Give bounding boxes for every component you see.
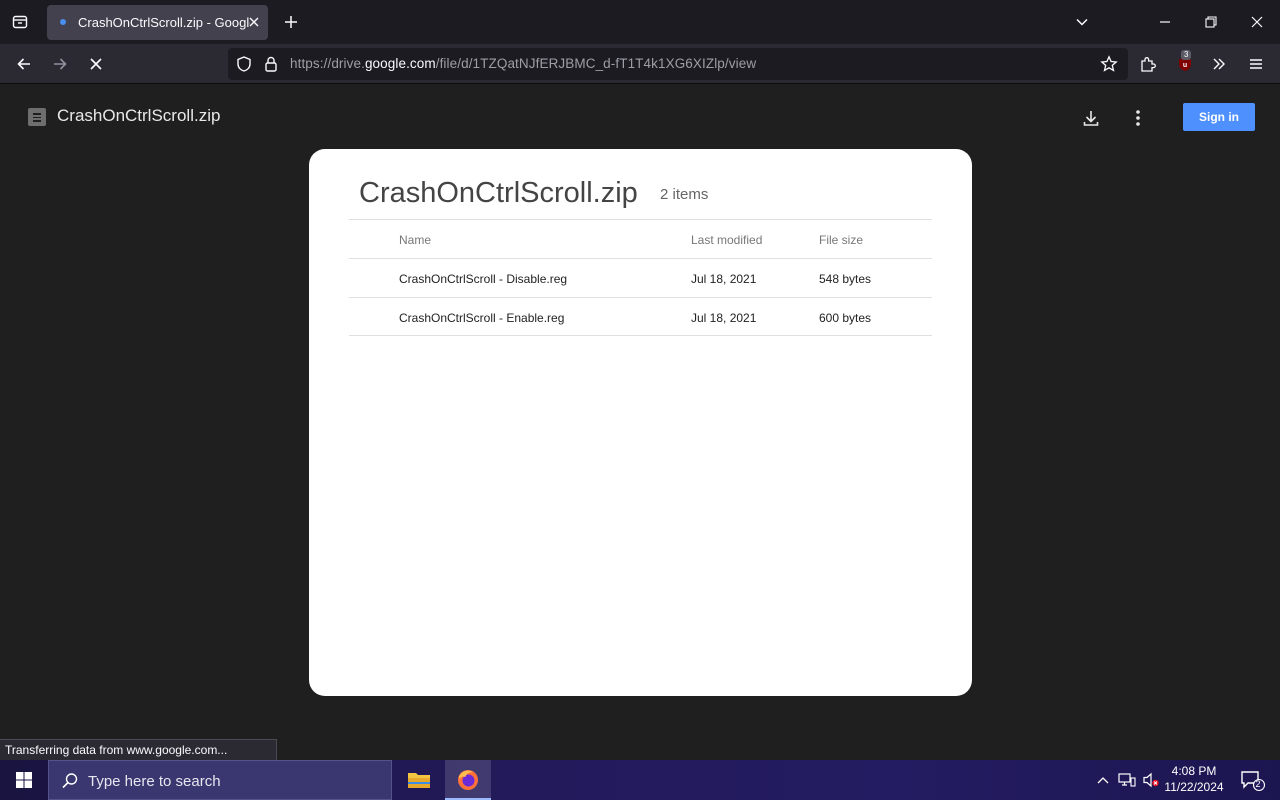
svg-text:u: u: [1183, 62, 1187, 69]
extensions-puzzle-icon[interactable]: [1134, 50, 1162, 78]
tab-google-drive[interactable]: CrashOnCtrlScroll.zip - Google Drive: [47, 5, 268, 40]
network-icon[interactable]: [1116, 760, 1138, 800]
system-clock[interactable]: 4:08 PM 11/22/2024: [1160, 763, 1228, 795]
search-placeholder: Type here to search: [88, 773, 221, 790]
more-options-icon[interactable]: [1124, 104, 1152, 132]
list-all-tabs-icon[interactable]: [1067, 8, 1097, 36]
file-name: CrashOnCtrlScroll - Disable.reg: [399, 272, 568, 286]
viewer-title: CrashOnCtrlScroll.zip: [57, 106, 221, 125]
restore-icon[interactable]: [1196, 8, 1226, 36]
volume-muted-icon[interactable]: [1140, 760, 1162, 800]
tab-strip: CrashOnCtrlScroll.zip - Google Drive: [0, 0, 1280, 44]
windows-start-icon[interactable]: [0, 760, 48, 800]
status-tooltip: Transferring data from www.google.com...: [0, 739, 277, 761]
column-name: Name: [399, 233, 432, 247]
file-table: Name Last modified File size CrashOnCtrl…: [349, 219, 932, 336]
back-icon[interactable]: [10, 50, 38, 78]
archive-title: CrashOnCtrlScroll.zip: [359, 177, 638, 209]
forward-icon[interactable]: [46, 50, 74, 78]
archive-contents-card: CrashOnCtrlScroll.zip 2 items Name Last …: [309, 149, 972, 696]
clock-date: 11/22/2024: [1164, 780, 1224, 794]
window-close-icon[interactable]: [1242, 8, 1272, 36]
file-size: 548 bytes: [819, 272, 872, 286]
show-hidden-icons-chevron-icon[interactable]: [1094, 760, 1112, 800]
file-size: 600 bytes: [819, 311, 872, 325]
lock-icon[interactable]: [263, 55, 279, 73]
extension-badge: 3: [1181, 50, 1192, 60]
clock-time: 4:08 PM: [1171, 764, 1217, 778]
firefox-view-icon[interactable]: [6, 8, 34, 36]
download-icon[interactable]: [1077, 104, 1105, 132]
loading-favicon-icon: [60, 19, 66, 25]
navigation-toolbar: https://drive.google.com/file/d/1TZQatNJ…: [0, 44, 1280, 84]
firefox-taskbar-icon[interactable]: [445, 760, 491, 800]
new-tab-button[interactable]: [278, 8, 304, 36]
tab-title: CrashOnCtrlScroll.zip - Google Drive: [78, 15, 250, 30]
url-bar[interactable]: https://drive.google.com/file/d/1TZQatNJ…: [228, 48, 1128, 80]
column-last-modified: Last modified: [691, 233, 763, 247]
column-file-size: File size: [819, 233, 864, 247]
file-name: CrashOnCtrlScroll - Enable.reg: [399, 311, 565, 325]
file-explorer-icon[interactable]: [396, 760, 442, 800]
table-row[interactable]: CrashOnCtrlScroll - Disable.reg Jul 18, …: [349, 258, 932, 297]
notification-count: 2: [1255, 779, 1261, 789]
overflow-chevron-icon[interactable]: [1205, 50, 1233, 78]
url-text: https://drive.google.com/file/d/1TZQatNJ…: [290, 56, 757, 71]
taskbar: Type here to search 4:08 PM 11/22/2024 2: [0, 760, 1280, 800]
archive-file-icon: [28, 108, 46, 126]
file-modified: Jul 18, 2021: [691, 272, 757, 286]
bookmark-star-icon[interactable]: [1095, 50, 1123, 78]
viewer-header: CrashOnCtrlScroll.zip Sign in: [0, 84, 1280, 148]
stop-loading-icon[interactable]: [82, 50, 110, 78]
item-count: 2 items: [660, 186, 709, 203]
hamburger-menu-icon[interactable]: [1242, 50, 1270, 78]
table-row[interactable]: CrashOnCtrlScroll - Enable.reg Jul 18, 2…: [349, 297, 932, 336]
file-modified: Jul 18, 2021: [691, 311, 757, 325]
taskbar-search-box[interactable]: Type here to search: [48, 760, 392, 800]
table-header: Name Last modified File size: [349, 219, 932, 258]
search-icon: [61, 772, 79, 790]
minimize-icon[interactable]: [1150, 8, 1180, 36]
sign-in-button[interactable]: Sign in: [1183, 103, 1255, 131]
tracking-protection-shield-icon[interactable]: [235, 55, 253, 73]
close-icon[interactable]: [246, 14, 262, 30]
action-center-icon[interactable]: 2: [1232, 760, 1272, 800]
